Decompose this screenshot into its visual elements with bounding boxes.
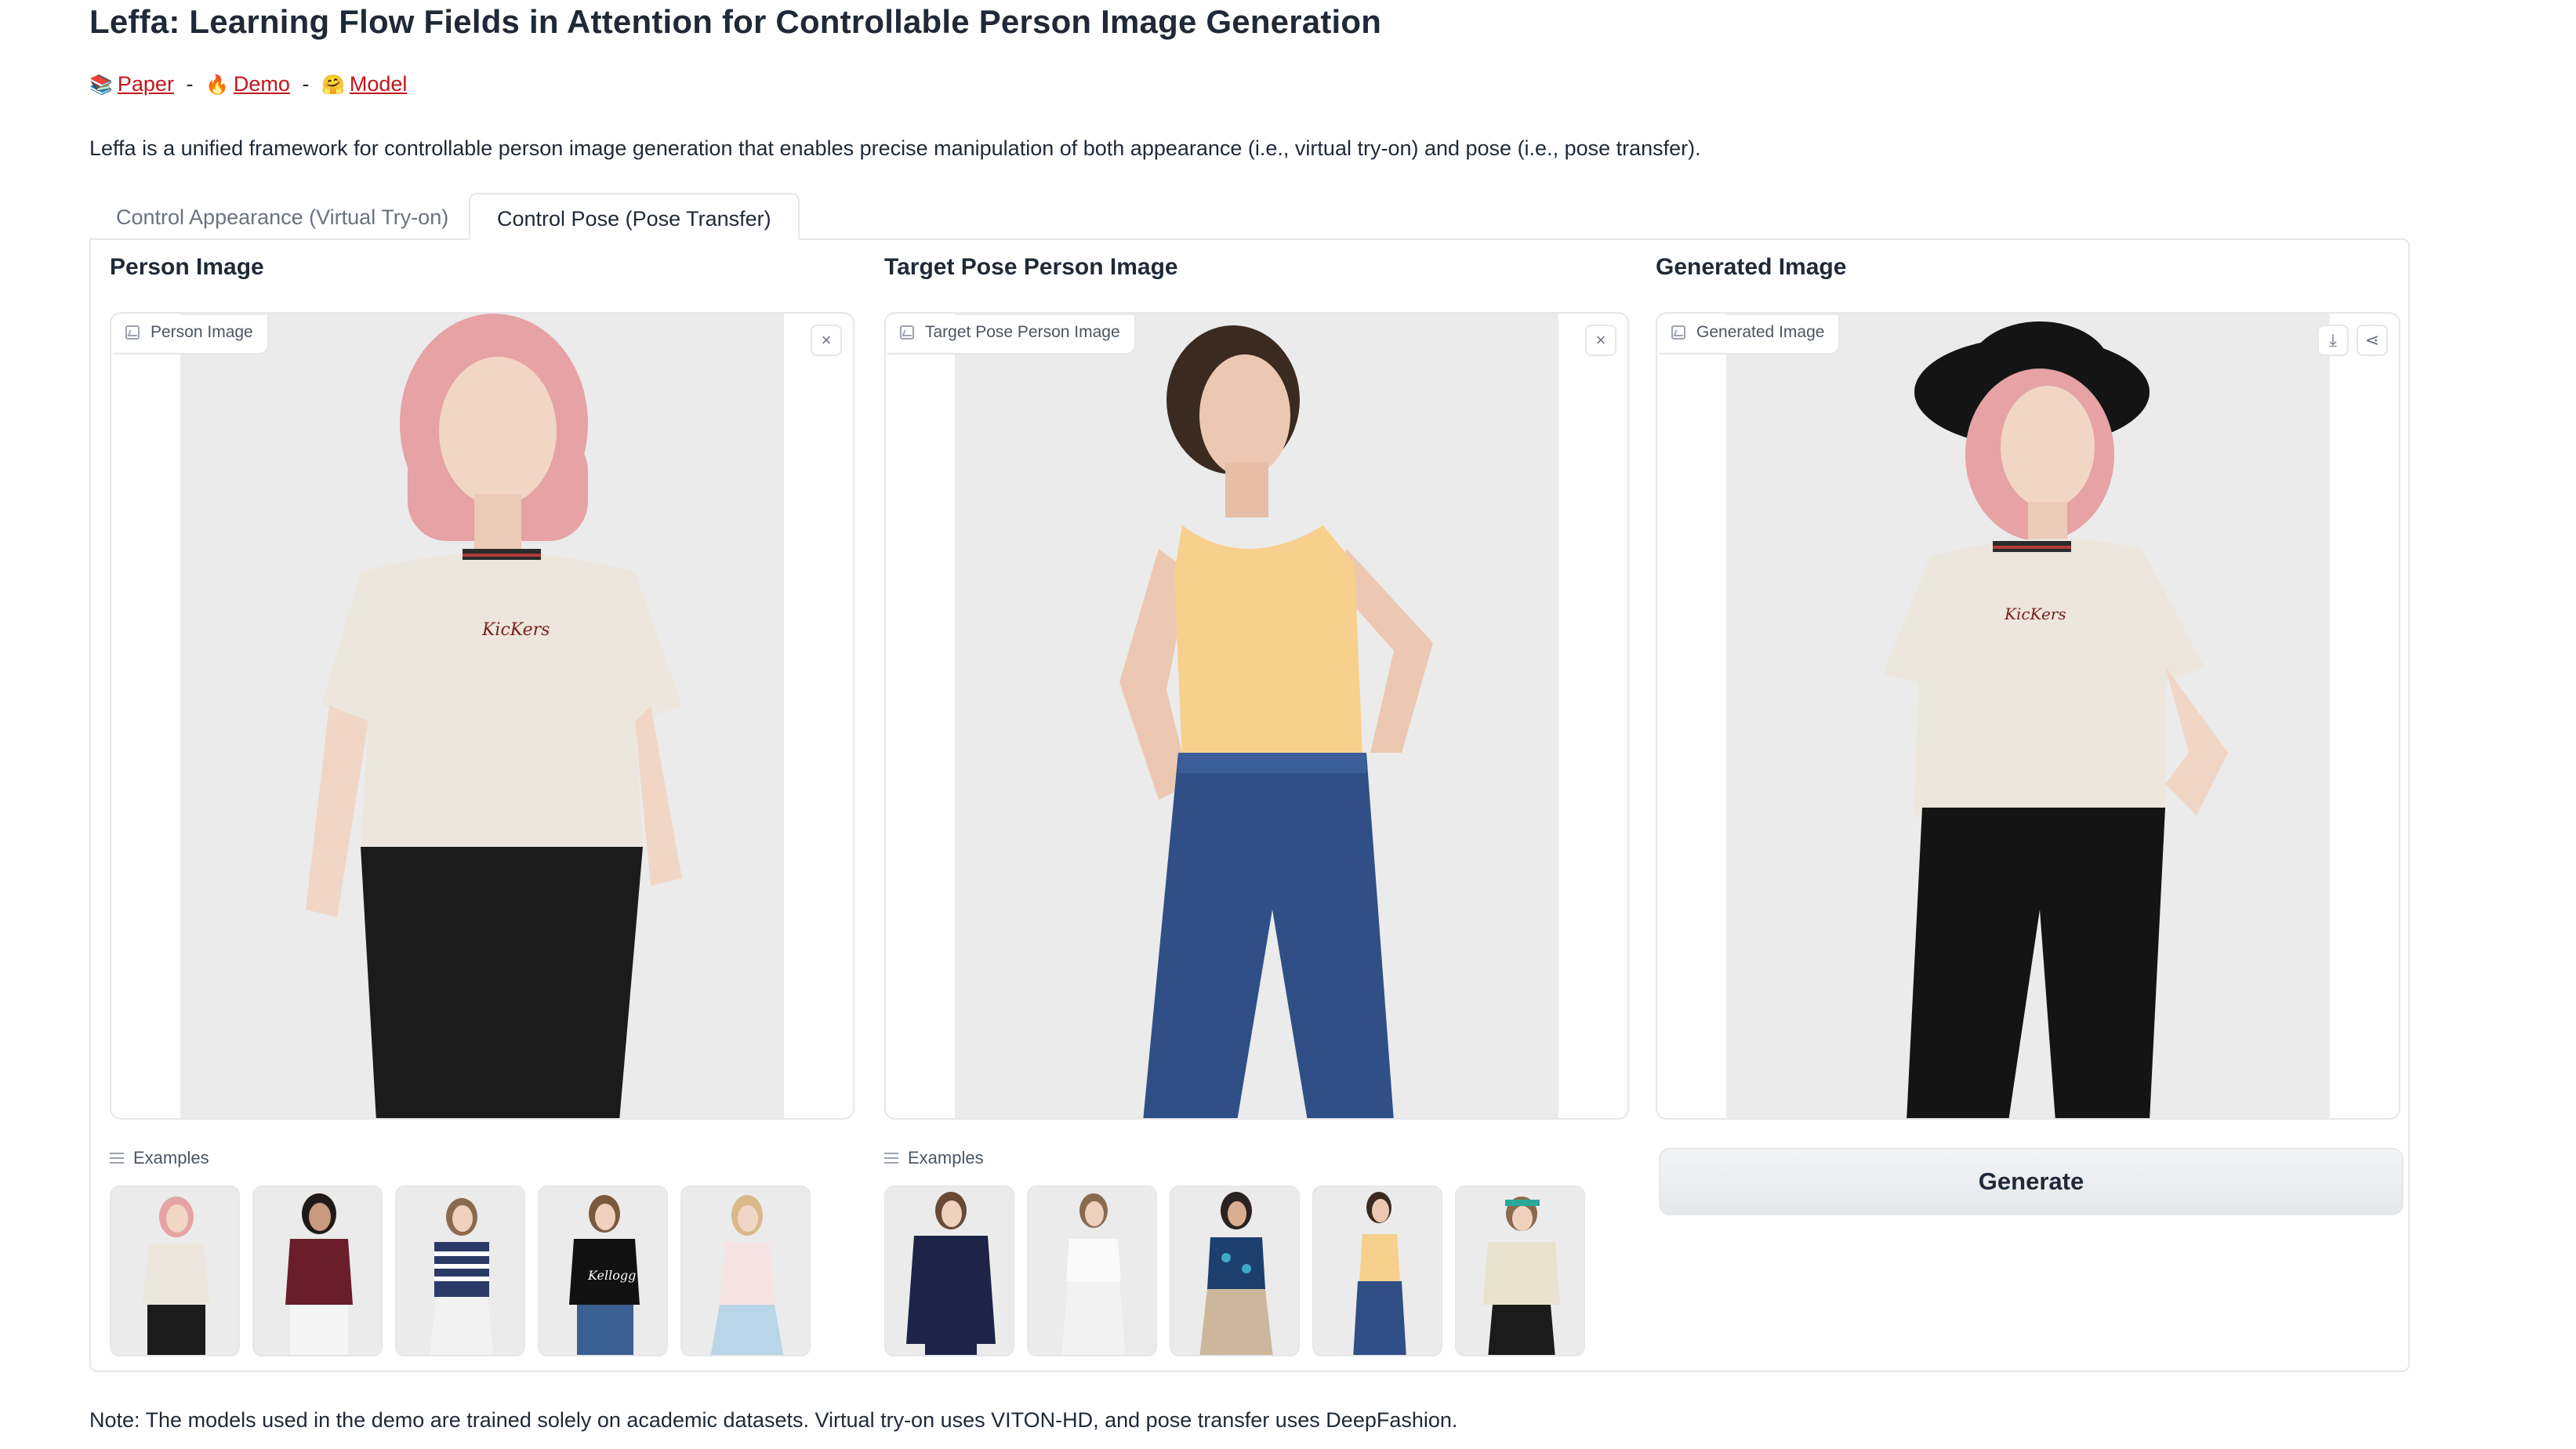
image-icon [125, 325, 140, 340]
image-icon [900, 325, 914, 340]
target-examples-label: Examples [884, 1148, 984, 1168]
target-pose-badge-label: Target Pose Person Image [925, 323, 1120, 341]
paper-link[interactable]: 📚 Paper [89, 72, 174, 96]
person-image-badge-label: Person Image [151, 323, 253, 341]
person-example-thumb[interactable] [680, 1186, 811, 1356]
svg-text:Kellogg: Kellogg [587, 1268, 636, 1283]
person-example-thumb[interactable] [395, 1186, 525, 1356]
target-example-thumb[interactable] [1455, 1186, 1585, 1356]
person-image-upload[interactable]: Person Image × KicKers [110, 312, 854, 1120]
target-example-thumb[interactable] [1312, 1186, 1442, 1356]
list-icon [110, 1153, 124, 1164]
download-button[interactable]: ⤓ [2317, 325, 2349, 356]
page-title: Leffa: Learning Flow Fields in Attention… [89, 3, 1382, 40]
clear-target-pose-button[interactable]: × [1585, 325, 1616, 356]
share-button[interactable]: ⋖ [2356, 325, 2388, 356]
generated-image-heading: Generated Image [1656, 254, 1847, 280]
generated-image-output: Generated Image ⤓ ⋖ KicKers [1656, 312, 2400, 1120]
pose-transfer-panel: Person Image Person Image × KicKers Exam… [89, 238, 2410, 1372]
link-separator: - [302, 72, 310, 96]
target-example-thumb[interactable] [1170, 1186, 1300, 1356]
list-icon [884, 1153, 898, 1164]
target-pose-badge: Target Pose Person Image [887, 315, 1136, 354]
clear-person-image-button[interactable]: × [811, 325, 842, 356]
target-examples-text: Examples [908, 1148, 984, 1168]
target-pose-heading: Target Pose Person Image [884, 254, 1178, 280]
target-examples-gallery [884, 1186, 1585, 1356]
target-example-thumb[interactable] [884, 1186, 1014, 1356]
person-example-thumb[interactable] [110, 1186, 240, 1356]
demo-link[interactable]: 🔥 Demo [205, 72, 290, 96]
generated-photo: KicKers [1726, 314, 2330, 1118]
header-links: 📚 Paper - 🔥 Demo - 🤗 Model [89, 72, 407, 96]
image-icon [1671, 325, 1685, 340]
model-link-label: Model [349, 72, 408, 96]
person-example-thumb[interactable]: Kellogg [538, 1186, 668, 1356]
generated-image-badge-label: Generated Image [1696, 323, 1825, 341]
person-examples-text: Examples [133, 1148, 209, 1168]
person-example-thumb[interactable] [252, 1186, 383, 1356]
demo-link-label: Demo [233, 72, 290, 96]
paper-link-label: Paper [117, 72, 174, 96]
tab-pose-transfer[interactable]: Control Pose (Pose Transfer) [469, 193, 800, 240]
close-icon: × [1595, 330, 1606, 350]
person-examples-gallery: Kellogg [110, 1186, 811, 1356]
download-icon: ⤓ [2329, 330, 2337, 350]
hugging-face-icon: 🤗 [321, 74, 345, 96]
footer-note: Note: The models used in the demo are tr… [89, 1408, 1458, 1432]
model-link[interactable]: 🤗 Model [321, 72, 407, 96]
svg-text:KicKers: KicKers [2004, 605, 2066, 623]
person-image-heading: Person Image [110, 254, 264, 280]
target-example-thumb[interactable] [1027, 1186, 1157, 1356]
person-image-badge: Person Image [113, 315, 269, 354]
link-separator: - [186, 72, 194, 96]
target-pose-photo [955, 314, 1558, 1118]
tab-virtual-try-on[interactable]: Control Appearance (Virtual Try-on) [89, 193, 475, 240]
person-photo: KicKers [180, 314, 784, 1118]
svg-text:KicKers: KicKers [481, 620, 550, 640]
fire-icon: 🔥 [205, 74, 229, 96]
page-description: Leffa is a unified framework for control… [89, 136, 1701, 160]
person-examples-label: Examples [110, 1148, 209, 1168]
target-pose-image-upload[interactable]: Target Pose Person Image × [884, 312, 1629, 1120]
tab-bar: Control Appearance (Virtual Try-on) Cont… [89, 193, 2418, 240]
generated-image-badge: Generated Image [1659, 315, 1841, 354]
generate-button[interactable]: Generate [1659, 1148, 2404, 1215]
share-icon: ⋖ [2364, 330, 2380, 350]
close-icon: × [821, 330, 832, 350]
books-icon: 📚 [89, 74, 113, 96]
